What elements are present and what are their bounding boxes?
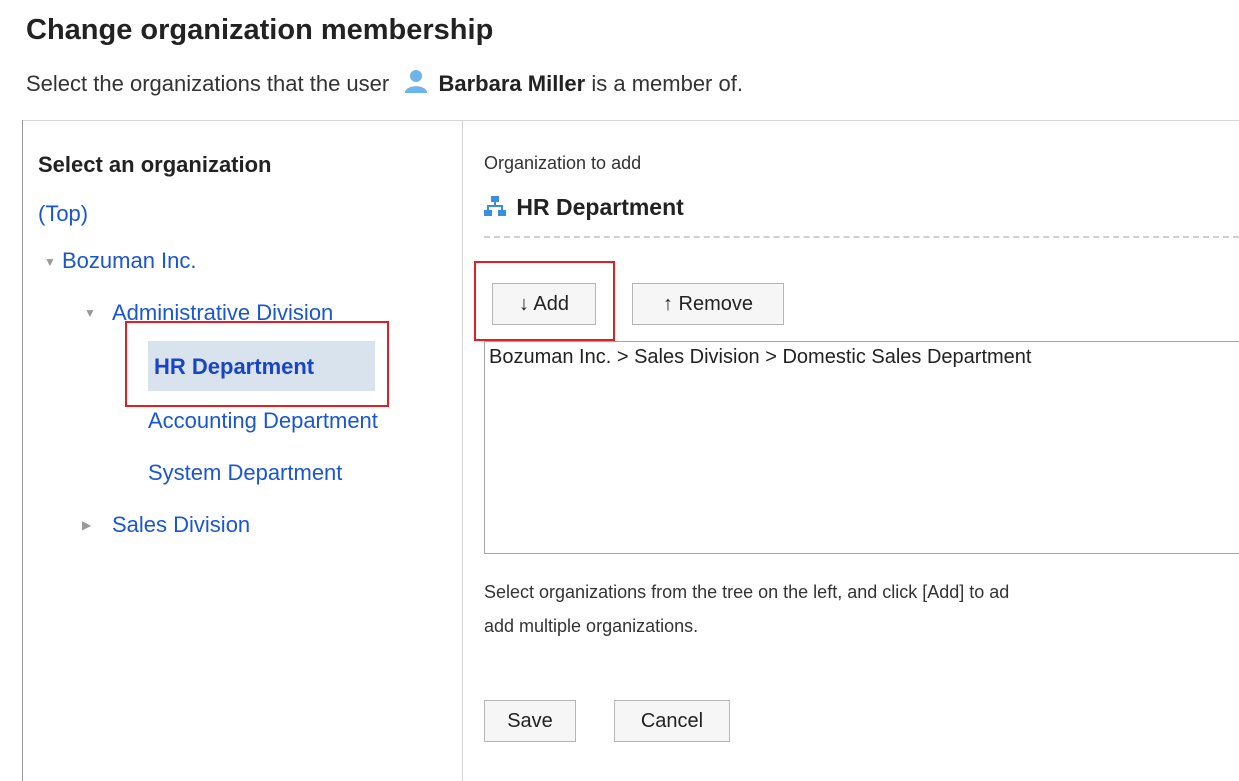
user-name: Barbara Miller [438, 71, 586, 96]
subtitle-suffix: is a member of. [591, 71, 743, 96]
list-item[interactable]: Bozuman Inc. > Sales Division > Domestic… [489, 346, 1239, 369]
tree-item-system-department[interactable]: System Department [148, 460, 342, 486]
page-subtitle: Select the organizations that the user B… [26, 68, 743, 100]
cancel-button[interactable]: Cancel [614, 700, 730, 742]
page-title: Change organization membership [26, 14, 494, 46]
highlight-box-hr-department [125, 321, 389, 407]
selected-organizations-list[interactable]: Bozuman Inc. > Sales Division > Domestic… [484, 341, 1239, 554]
panel-divider [462, 121, 463, 781]
organization-tree-panel [23, 121, 462, 781]
dashed-separator [484, 236, 1239, 238]
tree-top-link[interactable]: (Top) [38, 201, 88, 227]
save-button[interactable]: Save [484, 700, 576, 742]
tree-item-sales-division[interactable]: Sales Division [112, 512, 250, 538]
tree-heading: Select an organization [38, 152, 272, 177]
help-text: Select organizations from the tree on th… [484, 575, 1239, 643]
org-chart-icon [484, 195, 506, 223]
help-text-line-1: Select organizations from the tree on th… [484, 582, 1010, 602]
tree-item-bozuman-inc[interactable]: Bozuman Inc. [62, 248, 197, 274]
organization-to-add-label: Organization to add [484, 153, 642, 173]
target-organization-name: HR Department [516, 194, 684, 220]
highlight-box-add-button [474, 261, 615, 341]
expanded-triangle-icon[interactable]: ▼ [84, 306, 96, 320]
collapsed-triangle-icon[interactable]: ▶ [82, 518, 91, 532]
expanded-triangle-icon[interactable]: ▼ [44, 255, 56, 269]
target-organization: HR Department [484, 194, 684, 223]
help-text-line-2: add multiple organizations. [484, 616, 699, 636]
user-icon [403, 68, 429, 100]
remove-button[interactable]: ↑ Remove [632, 283, 784, 325]
tree-item-accounting-department[interactable]: Accounting Department [148, 408, 378, 434]
subtitle-prefix: Select the organizations that the user [26, 71, 390, 96]
